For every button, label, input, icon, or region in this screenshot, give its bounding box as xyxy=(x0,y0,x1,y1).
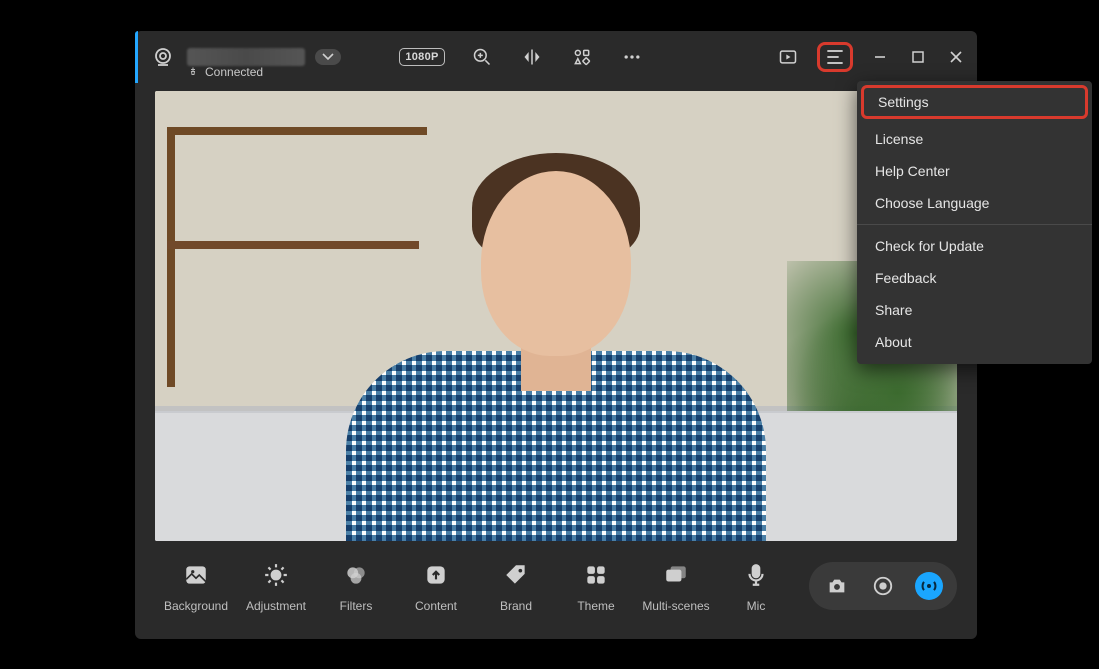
resolution-chip[interactable]: 1080P xyxy=(399,48,444,66)
grid-shapes-icon[interactable] xyxy=(569,44,595,70)
tool-content[interactable]: Content xyxy=(401,559,471,613)
titlebar-right xyxy=(775,42,967,72)
pip-icon[interactable] xyxy=(775,44,801,70)
hamburger-dropdown: Settings License Help Center Choose Lang… xyxy=(857,81,1092,364)
menu-item-about[interactable]: About xyxy=(857,326,1092,358)
menu-item-share[interactable]: Share xyxy=(857,294,1092,326)
capture-controls xyxy=(809,562,957,610)
mirror-flip-icon[interactable] xyxy=(519,44,545,70)
menu-item-feedback[interactable]: Feedback xyxy=(857,262,1092,294)
menu-item-check-update[interactable]: Check for Update xyxy=(857,230,1092,262)
tool-label: Filters xyxy=(340,599,373,613)
tool-theme[interactable]: Theme xyxy=(561,559,631,613)
more-dots-icon[interactable] xyxy=(619,44,645,70)
tool-adjustment[interactable]: Adjustment xyxy=(241,559,311,613)
menu-label: Feedback xyxy=(875,270,936,286)
menu-label: Choose Language xyxy=(875,195,989,211)
app-window: 1080P xyxy=(135,31,977,639)
menu-label: Check for Update xyxy=(875,238,984,254)
tool-filters[interactable]: Filters xyxy=(321,559,391,613)
menu-label: About xyxy=(875,334,912,350)
snapshot-button[interactable] xyxy=(823,572,851,600)
tool-label: Brand xyxy=(500,599,532,613)
titlebar-center: 1080P xyxy=(399,44,644,70)
hamburger-menu-highlighted[interactable] xyxy=(817,42,853,72)
bottom-toolbar: Background Adjustment Filters Content Br… xyxy=(135,559,977,623)
connection-status: Connected xyxy=(187,65,263,79)
zoom-in-icon[interactable] xyxy=(469,44,495,70)
menu-label: License xyxy=(875,131,923,147)
record-button[interactable] xyxy=(869,572,897,600)
connector-icon xyxy=(187,66,199,78)
brightness-icon xyxy=(260,559,292,591)
menu-item-help-center[interactable]: Help Center xyxy=(857,155,1092,187)
accent-bar xyxy=(135,31,138,83)
stream-button[interactable] xyxy=(915,572,943,600)
tool-mic[interactable]: Mic xyxy=(721,559,791,613)
video-preview[interactable] xyxy=(155,91,957,541)
menu-label: Settings xyxy=(878,94,929,110)
video-person xyxy=(346,141,766,541)
menu-divider xyxy=(857,224,1092,225)
menu-item-settings-highlighted[interactable]: Settings xyxy=(861,85,1088,119)
scenes-icon xyxy=(660,559,692,591)
image-icon xyxy=(180,559,212,591)
device-name-redacted[interactable] xyxy=(187,48,305,66)
close-button[interactable] xyxy=(945,46,967,68)
tool-label: Content xyxy=(415,599,457,613)
device-dropdown-caret[interactable] xyxy=(315,49,341,65)
mic-icon xyxy=(740,559,772,591)
tool-background[interactable]: Background xyxy=(161,559,231,613)
tool-brand[interactable]: Brand xyxy=(481,559,551,613)
tool-label: Mic xyxy=(747,599,766,613)
tool-label: Theme xyxy=(577,599,614,613)
status-label: Connected xyxy=(205,65,263,79)
upload-icon xyxy=(420,559,452,591)
menu-item-choose-language[interactable]: Choose Language xyxy=(857,187,1092,219)
filters-icon xyxy=(340,559,372,591)
menu-label: Help Center xyxy=(875,163,950,179)
maximize-button[interactable] xyxy=(907,46,929,68)
tool-label: Adjustment xyxy=(246,599,306,613)
minimize-button[interactable] xyxy=(869,46,891,68)
tool-label: Multi-scenes xyxy=(642,599,709,613)
webcam-icon xyxy=(149,43,177,71)
tag-icon xyxy=(500,559,532,591)
menu-label: Share xyxy=(875,302,912,318)
menu-item-license[interactable]: License xyxy=(857,123,1092,155)
theme-icon xyxy=(580,559,612,591)
tool-label: Background xyxy=(164,599,228,613)
tool-multi-scenes[interactable]: Multi-scenes xyxy=(641,559,711,613)
